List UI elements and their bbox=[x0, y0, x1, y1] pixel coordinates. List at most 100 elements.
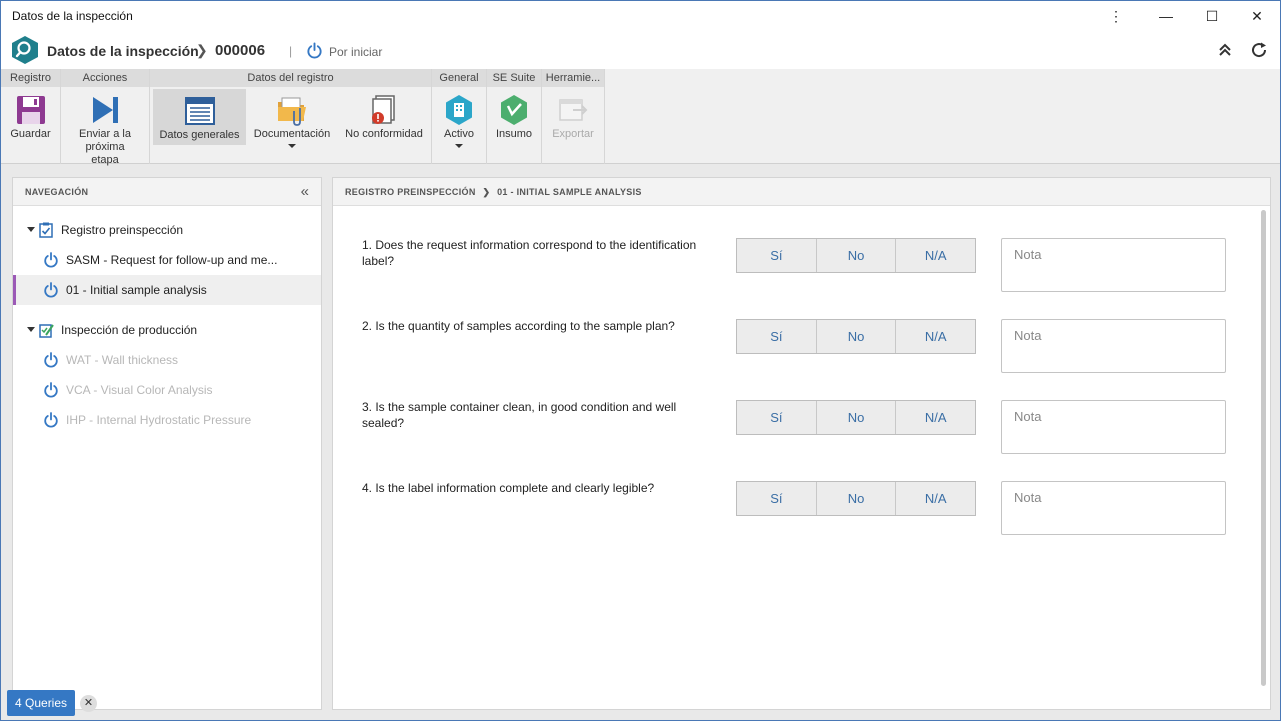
answer-na-button[interactable]: N/A bbox=[896, 482, 975, 515]
tree-section-inspeccion-produccion[interactable]: Inspección de producción bbox=[13, 315, 321, 345]
maximize-button[interactable]: ☐ bbox=[1189, 1, 1235, 31]
checklist-panel: REGISTRO PREINSPECCIÓN ❯ 01 - INITIAL SA… bbox=[332, 177, 1271, 710]
next-stage-icon bbox=[93, 97, 118, 123]
save-label: Guardar bbox=[10, 128, 51, 140]
answer-selector: Sí No N/A bbox=[736, 481, 976, 516]
nonconformity-icon bbox=[372, 95, 395, 124]
app-logo-icon bbox=[12, 36, 38, 64]
answer-na-button[interactable]: N/A bbox=[896, 320, 975, 353]
answer-yes-button[interactable]: Sí bbox=[737, 320, 817, 353]
note-field[interactable] bbox=[1001, 238, 1226, 292]
breadcrumb-current: 01 - INITIAL SAMPLE ANALYSIS bbox=[497, 187, 642, 197]
general-data-icon bbox=[184, 97, 215, 125]
export-label: Exportar bbox=[552, 128, 594, 140]
answer-yes-button[interactable]: Sí bbox=[737, 482, 817, 515]
save-button[interactable]: Guardar bbox=[1, 88, 60, 164]
answer-no-button[interactable]: No bbox=[817, 239, 897, 272]
power-icon bbox=[307, 42, 322, 59]
window-title: Datos de la inspección bbox=[12, 9, 133, 23]
answer-na-button[interactable]: N/A bbox=[896, 239, 975, 272]
ribbon-group-title: General bbox=[432, 69, 486, 87]
tree-item-initial-sample-analysis[interactable]: 01 - Initial sample analysis bbox=[13, 275, 321, 305]
power-icon bbox=[44, 282, 58, 298]
question-text: 1. Does the request information correspo… bbox=[362, 238, 697, 268]
tree-item-label: 01 - Initial sample analysis bbox=[66, 283, 207, 297]
answer-no-button[interactable]: No bbox=[817, 401, 897, 434]
collapse-panel-icon[interactable]: « bbox=[301, 183, 309, 200]
answer-yes-button[interactable]: Sí bbox=[737, 401, 817, 434]
queries-button[interactable]: 4 Queries bbox=[7, 690, 76, 716]
supply-icon bbox=[501, 95, 527, 125]
minimize-icon: — bbox=[1159, 8, 1173, 24]
ribbon-group-title: Registro bbox=[1, 69, 60, 87]
power-icon bbox=[44, 382, 58, 398]
ribbon-group-title: SE Suite bbox=[487, 69, 541, 87]
scrollbar[interactable] bbox=[1261, 210, 1266, 686]
tree-item-sasm[interactable]: SASM - Request for follow-up and me... bbox=[13, 245, 321, 275]
note-field[interactable] bbox=[1001, 481, 1226, 535]
asset-label: Activo bbox=[444, 128, 474, 140]
tree-item-label: IHP - Internal Hydrostatic Pressure bbox=[66, 413, 252, 427]
page-title: Datos de la inspección bbox=[47, 43, 199, 59]
close-queries-icon[interactable]: ✕ bbox=[80, 695, 97, 712]
send-next-stage-button[interactable]: Enviar a la próxima etapa bbox=[61, 88, 149, 166]
tree-section-registro-preinspeccion[interactable]: Registro preinspección bbox=[13, 215, 321, 245]
answer-yes-button[interactable]: Sí bbox=[737, 239, 817, 272]
answer-selector: Sí No N/A bbox=[736, 400, 976, 435]
close-window-button[interactable]: ✕ bbox=[1234, 1, 1280, 31]
export-button[interactable]: Exportar bbox=[542, 88, 604, 164]
save-icon bbox=[16, 96, 45, 124]
kebab-icon: ⋮ bbox=[1109, 7, 1123, 24]
refresh-icon[interactable] bbox=[1250, 41, 1268, 59]
documentation-button[interactable]: Documentación bbox=[248, 88, 336, 164]
ribbon-group-title: Herramie... bbox=[542, 69, 604, 87]
nonconformity-label: No conformidad bbox=[345, 128, 423, 140]
power-icon bbox=[44, 412, 58, 428]
ribbon-group-title: Datos del registro bbox=[150, 69, 431, 87]
collapse-up-icon[interactable] bbox=[1216, 41, 1234, 59]
nonconformity-button[interactable]: No conformidad bbox=[338, 88, 430, 164]
asset-button[interactable]: Activo bbox=[432, 88, 486, 164]
ribbon-group-title: Acciones bbox=[61, 69, 149, 87]
documentation-icon bbox=[278, 97, 306, 126]
tree-section-label: Registro preinspección bbox=[61, 223, 184, 237]
navigation-title: NAVEGACIÓN bbox=[25, 187, 89, 197]
answer-no-button[interactable]: No bbox=[817, 482, 897, 515]
breadcrumb-parent[interactable]: REGISTRO PREINSPECCIÓN bbox=[345, 187, 476, 197]
application-window: Datos de la inspección ⋮ — ☐ ✕ Datos de … bbox=[0, 0, 1281, 721]
dropdown-caret-icon bbox=[455, 144, 463, 148]
more-options-button[interactable]: ⋮ bbox=[1093, 1, 1139, 31]
power-icon bbox=[44, 252, 58, 268]
expand-caret-icon[interactable] bbox=[27, 327, 35, 332]
power-icon bbox=[44, 352, 58, 368]
note-field[interactable] bbox=[1001, 319, 1226, 373]
general-data-button[interactable]: Datos generales bbox=[153, 89, 246, 145]
breadcrumb: REGISTRO PREINSPECCIÓN ❯ 01 - INITIAL SA… bbox=[333, 178, 1270, 206]
ribbon-group-general: General Activo bbox=[432, 69, 487, 164]
maximize-icon: ☐ bbox=[1205, 7, 1219, 24]
chevron-right-icon: ❯ bbox=[482, 187, 491, 197]
tree-item-ihp[interactable]: IHP - Internal Hydrostatic Pressure bbox=[13, 405, 321, 435]
expand-caret-icon[interactable] bbox=[27, 227, 35, 232]
navigation-header: NAVEGACIÓN « bbox=[13, 178, 321, 206]
breadcrumb-path: REGISTRO PREINSPECCIÓN ❯ 01 - INITIAL SA… bbox=[345, 187, 642, 198]
tree-item-wat[interactable]: WAT - Wall thickness bbox=[13, 345, 321, 375]
tree-item-label: VCA - Visual Color Analysis bbox=[66, 383, 213, 397]
tree-item-vca[interactable]: VCA - Visual Color Analysis bbox=[13, 375, 321, 405]
question-text: 3. Is the sample container clean, in goo… bbox=[362, 400, 677, 430]
close-icon: ✕ bbox=[1251, 7, 1263, 24]
answer-na-button[interactable]: N/A bbox=[896, 401, 975, 434]
note-field[interactable] bbox=[1001, 400, 1226, 454]
supply-button[interactable]: Insumo bbox=[487, 88, 541, 164]
ribbon-group-herramientas: Herramie... Exportar bbox=[542, 69, 605, 164]
question-text: 2. Is the quantity of samples according … bbox=[362, 319, 675, 333]
minimize-button[interactable]: — bbox=[1143, 1, 1189, 31]
status-badge: Por iniciar bbox=[329, 45, 383, 59]
inspection-edit-icon bbox=[39, 324, 54, 338]
asset-icon bbox=[446, 95, 472, 125]
dropdown-caret-icon bbox=[288, 144, 296, 148]
ribbon-group-acciones: Acciones Enviar a la próxima etapa bbox=[61, 69, 150, 166]
answer-no-button[interactable]: No bbox=[817, 320, 897, 353]
export-icon bbox=[559, 99, 588, 121]
answer-selector: Sí No N/A bbox=[736, 319, 976, 354]
